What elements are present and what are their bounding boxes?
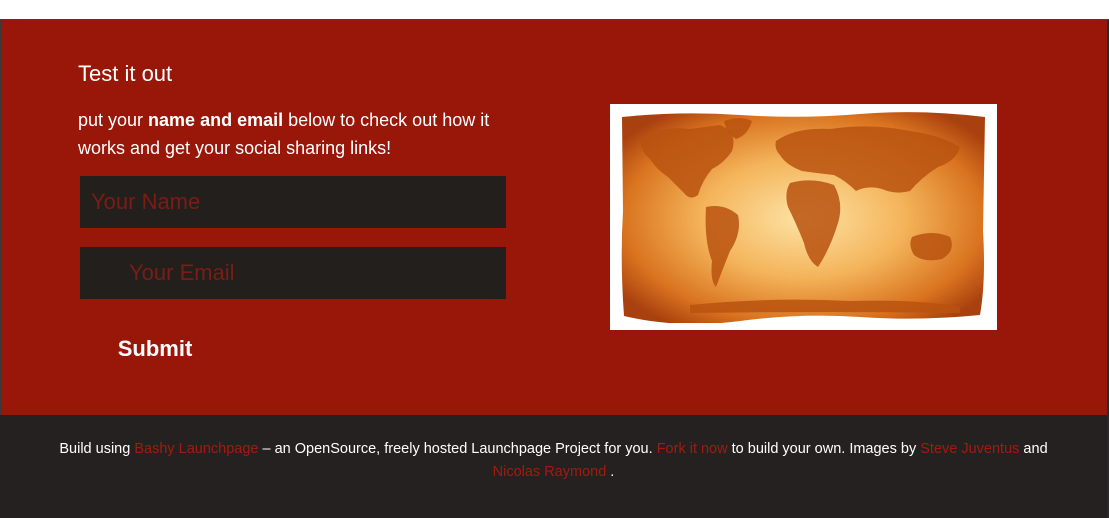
steve-juventus-link[interactable]: Steve Juventus — [920, 441, 1019, 457]
nicolas-raymond-link[interactable]: Nicolas Raymond — [493, 464, 607, 480]
email-input[interactable] — [80, 247, 506, 299]
left-edge — [0, 20, 2, 415]
footer-text-5: . — [606, 464, 615, 480]
footer-credits: Build using Bashy Launchpage – an OpenSo… — [30, 438, 1077, 484]
footer-text-1: Build using — [59, 441, 135, 457]
intro-text-start: put your — [78, 110, 149, 130]
fork-it-now-link[interactable]: Fork it now — [657, 441, 728, 457]
top-bar — [0, 0, 1109, 20]
name-input[interactable] — [80, 176, 506, 228]
footer-text-2: – an OpenSource, freely hosted Launchpag… — [258, 441, 657, 457]
intro-text: put your name and email below to check o… — [78, 106, 518, 162]
intro-text-bold: name and email — [148, 110, 284, 130]
footer-text-3: to build your own. Images by — [727, 441, 921, 457]
submit-button[interactable]: Submit — [104, 331, 206, 367]
footer-text-4: and — [1019, 441, 1048, 457]
australia — [910, 233, 952, 261]
section-heading: Test it out — [78, 61, 173, 86]
world-map-image — [610, 104, 997, 330]
world-map-graphic — [621, 112, 985, 323]
bashy-launchpage-link[interactable]: Bashy Launchpage — [134, 441, 258, 457]
